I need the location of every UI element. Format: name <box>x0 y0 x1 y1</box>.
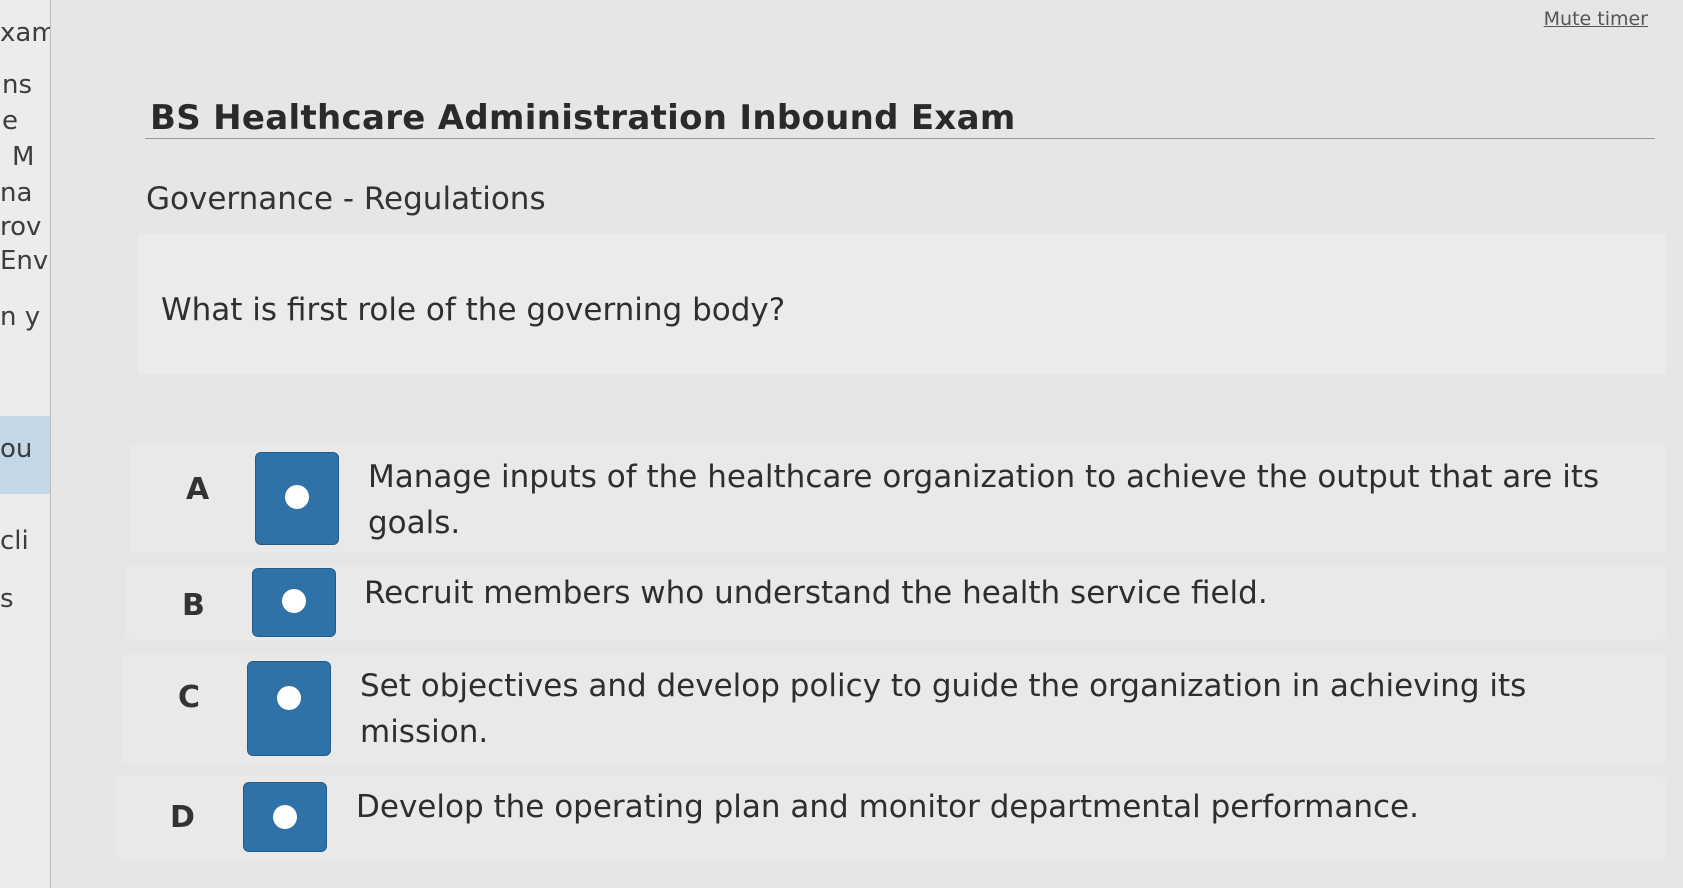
sidebar-item-1[interactable]: xam <box>0 18 50 48</box>
sidebar-item-10[interactable]: cli <box>0 526 29 556</box>
option-d-radio[interactable] <box>243 782 327 852</box>
option-c-text: Set objectives and develop policy to gui… <box>360 668 1527 750</box>
option-c-letter: C <box>178 680 201 715</box>
option-b-radio[interactable] <box>252 568 336 637</box>
sidebar-item-11[interactable]: s <box>0 584 14 614</box>
sidebar-item-5[interactable]: na <box>0 178 32 208</box>
option-a-radio[interactable] <box>255 452 339 545</box>
mute-timer-link[interactable]: Mute timer <box>1544 8 1648 30</box>
sidebar-item-9[interactable]: ou <box>0 434 32 464</box>
sidebar-item-8[interactable]: n y <box>0 302 40 332</box>
option-a-letter: A <box>186 472 210 507</box>
sidebar-item-4[interactable]: M <box>12 142 34 172</box>
question-text: What is first role of the governing body… <box>161 292 786 328</box>
sidebar-item-7[interactable]: Env <box>0 246 48 276</box>
title-divider <box>145 138 1655 139</box>
option-d-letter: D <box>170 800 195 835</box>
option-a-text: Manage inputs of the healthcare organiza… <box>368 459 1600 541</box>
radio-circle-icon <box>285 485 309 509</box>
radio-circle-icon <box>277 686 301 710</box>
sidebar-item-2[interactable]: ns <box>2 70 32 100</box>
radio-circle-icon <box>282 589 306 613</box>
sidebar-item-6[interactable]: rov <box>0 212 41 242</box>
option-d-text: Develop the operating plan and monitor d… <box>356 789 1419 825</box>
exam-title: BS Healthcare Administration Inbound Exa… <box>150 98 1016 138</box>
sidebar-item-3[interactable]: e <box>2 106 18 136</box>
option-b-letter: B <box>182 588 205 623</box>
option-b-text: Recruit members who understand the healt… <box>364 575 1268 611</box>
left-sidebar: xam ns e M na rov Env n y ou cli s <box>0 0 51 888</box>
radio-circle-icon <box>273 805 297 829</box>
option-c-radio[interactable] <box>247 661 331 756</box>
section-label: Governance - Regulations <box>146 181 546 217</box>
